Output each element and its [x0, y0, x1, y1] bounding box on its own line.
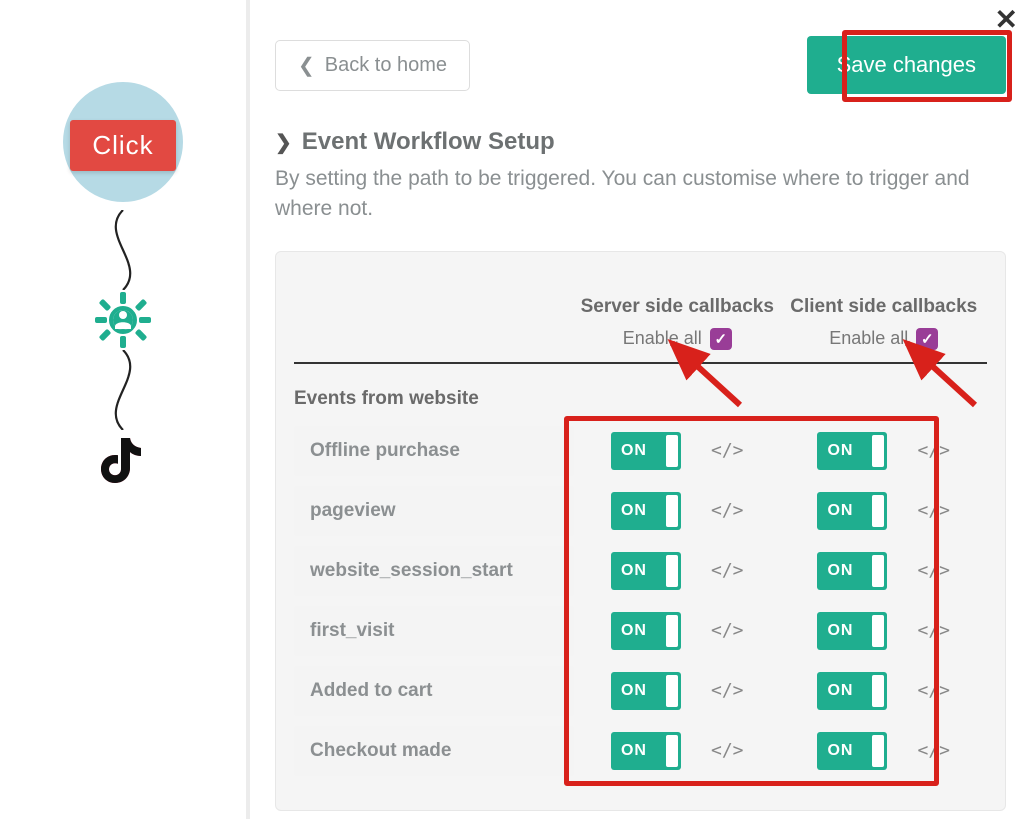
client-toggle[interactable]: ON — [817, 732, 887, 770]
client-column-title: Client side callbacks — [781, 296, 988, 318]
code-icon[interactable]: </> — [711, 740, 744, 761]
back-button[interactable]: ❮ Back to home — [275, 40, 470, 91]
code-icon[interactable]: </> — [917, 500, 950, 521]
event-row: pageview ON </> ON </> — [294, 486, 987, 536]
connector-line — [93, 210, 153, 290]
event-name: Added to cart — [294, 666, 574, 716]
client-cell: ON </> — [781, 672, 988, 710]
close-icon[interactable]: ✕ — [995, 6, 1018, 34]
server-toggle[interactable]: ON — [611, 492, 681, 530]
code-icon[interactable]: </> — [917, 740, 950, 761]
client-cell: ON </> — [781, 552, 988, 590]
server-column-header: Server side callbacks Enable all ✓ — [574, 296, 781, 350]
enable-all-label: Enable all — [829, 328, 908, 349]
server-toggle[interactable]: ON — [611, 672, 681, 710]
code-icon[interactable]: </> — [711, 620, 744, 641]
section-heading[interactable]: ❯ Event Workflow Setup — [275, 128, 1006, 156]
section-title: Event Workflow Setup — [302, 128, 555, 156]
server-toggle[interactable]: ON — [611, 612, 681, 650]
code-icon[interactable]: </> — [711, 560, 744, 581]
client-enable-all[interactable]: Enable all ✓ — [829, 328, 938, 350]
client-cell: ON </> — [781, 732, 988, 770]
server-toggle[interactable]: ON — [611, 732, 681, 770]
client-cell: ON </> — [781, 432, 988, 470]
server-cell: ON </> — [574, 492, 781, 530]
enable-all-label: Enable all — [623, 328, 702, 349]
gear-node[interactable] — [93, 290, 153, 350]
server-toggle[interactable]: ON — [611, 552, 681, 590]
client-toggle[interactable]: ON — [817, 552, 887, 590]
client-toggle[interactable]: ON — [817, 432, 887, 470]
tiktok-icon — [101, 435, 145, 485]
server-cell: ON </> — [574, 732, 781, 770]
top-bar: ❮ Back to home Save changes — [275, 36, 1006, 94]
code-icon[interactable]: </> — [711, 680, 744, 701]
tiktok-node[interactable] — [93, 430, 153, 490]
event-row: Added to cart ON </> ON </> — [294, 666, 987, 716]
server-cell: ON </> — [574, 612, 781, 650]
client-cell: ON </> — [781, 492, 988, 530]
save-button-label: Save changes — [837, 52, 976, 77]
server-cell: ON </> — [574, 432, 781, 470]
client-toggle[interactable]: ON — [817, 672, 887, 710]
code-icon[interactable]: </> — [917, 680, 950, 701]
code-icon[interactable]: </> — [711, 500, 744, 521]
column-header-row: Server side callbacks Enable all ✓ Clien… — [294, 272, 987, 364]
connector-line — [93, 350, 153, 430]
sidebar: Click — [0, 0, 250, 819]
click-label: Click — [70, 120, 175, 171]
events-heading: Events from website — [294, 388, 987, 410]
event-rows: Offline purchaseON</>ON</>pageviewON</>O… — [294, 426, 987, 776]
code-icon[interactable]: </> — [711, 440, 744, 461]
events-panel: Server side callbacks Enable all ✓ Clien… — [275, 251, 1006, 811]
code-icon[interactable]: </> — [917, 440, 950, 461]
click-node[interactable]: Click — [53, 80, 193, 210]
event-name: Checkout made — [294, 726, 574, 776]
code-icon[interactable]: </> — [917, 560, 950, 581]
event-name: first_visit — [294, 606, 574, 656]
event-row: Offline purchase ON </> ON </> — [294, 426, 987, 476]
checkbox-checked-icon[interactable]: ✓ — [916, 328, 938, 350]
checkbox-checked-icon[interactable]: ✓ — [710, 328, 732, 350]
event-row: first_visit ON </> ON </> — [294, 606, 987, 656]
server-cell: ON </> — [574, 672, 781, 710]
client-cell: ON </> — [781, 612, 988, 650]
server-toggle[interactable]: ON — [611, 432, 681, 470]
event-name: Offline purchase — [294, 426, 574, 476]
client-column-header: Client side callbacks Enable all ✓ — [781, 296, 988, 350]
event-row: website_session_start ON </> ON </> — [294, 546, 987, 596]
event-name: website_session_start — [294, 546, 574, 596]
gear-icon — [95, 292, 151, 348]
save-button[interactable]: Save changes — [807, 36, 1006, 94]
client-toggle[interactable]: ON — [817, 492, 887, 530]
main-content: ✕ ❮ Back to home Save changes ❯ Event Wo… — [250, 0, 1024, 819]
server-cell: ON </> — [574, 552, 781, 590]
code-icon[interactable]: </> — [917, 620, 950, 641]
server-enable-all[interactable]: Enable all ✓ — [623, 328, 732, 350]
server-column-title: Server side callbacks — [574, 296, 781, 318]
event-name: pageview — [294, 486, 574, 536]
back-button-label: Back to home — [325, 54, 447, 77]
event-row: Checkout made ON </> ON </> — [294, 726, 987, 776]
chevron-right-icon: ❯ — [275, 130, 292, 155]
chevron-left-icon: ❮ — [298, 53, 315, 78]
section-description: By setting the path to be triggered. You… — [275, 164, 1006, 225]
client-toggle[interactable]: ON — [817, 612, 887, 650]
